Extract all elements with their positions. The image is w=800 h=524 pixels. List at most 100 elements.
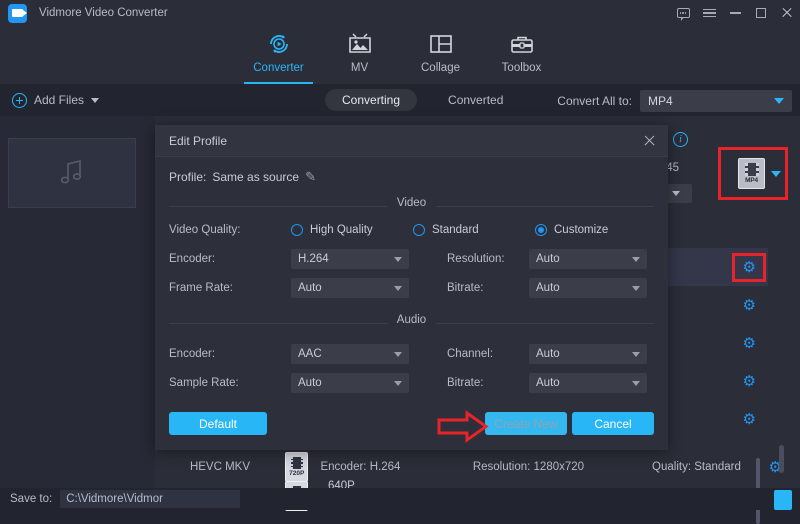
music-note-icon — [55, 156, 89, 190]
video-section-divider: Video — [169, 197, 654, 215]
title-bar: Vidmore Video Converter — [0, 0, 800, 26]
gear-icon[interactable]: ⚙ — [743, 412, 756, 427]
info-icon[interactable]: i — [673, 132, 688, 147]
tab-mv[interactable]: MV — [319, 26, 400, 84]
audio-section-divider: Audio — [169, 314, 654, 332]
audio-fields: Encoder: AAC Channel: Auto Sample Rate: … — [155, 332, 668, 395]
tab-collage[interactable]: Collage — [400, 26, 481, 84]
collage-icon — [428, 31, 454, 57]
tab-converted[interactable]: Converted — [431, 89, 520, 111]
chevron-down-icon — [632, 352, 640, 357]
radio-high-quality[interactable]: High Quality — [291, 224, 413, 236]
video-encoder-value: H.264 — [298, 253, 329, 265]
audio-channel-value: Auto — [536, 348, 560, 360]
file-thumbnail[interactable] — [8, 138, 136, 208]
sample-rate-value: Auto — [298, 377, 322, 389]
audio-channel-label: Channel: — [447, 348, 529, 360]
dialog-header: Edit Profile — [155, 125, 668, 157]
chevron-down-icon — [632, 381, 640, 386]
edit-profile-dialog: Edit Profile Profile: Same as source ✎ V… — [155, 125, 668, 450]
gear-icon[interactable]: ⚙ — [743, 374, 756, 389]
converting-converted-tabs: Converting Converted — [325, 89, 520, 111]
frame-rate-value: Auto — [298, 282, 322, 294]
radio-customize-label: Customize — [554, 224, 608, 236]
audio-encoder-select[interactable]: AAC — [291, 344, 409, 364]
chevron-down-icon — [394, 381, 402, 386]
sample-rate-select[interactable]: Auto — [291, 373, 409, 393]
audio-bitrate-select[interactable]: Auto — [529, 373, 647, 393]
close-icon[interactable] — [643, 134, 656, 147]
video-section-label: Video — [387, 197, 436, 209]
chevron-down-icon — [672, 191, 680, 196]
profile-value: Same as source — [212, 170, 299, 184]
gear-icon[interactable]: ⚙ — [743, 298, 756, 313]
chevron-down-icon — [774, 98, 784, 104]
video-resolution-value: Auto — [536, 253, 560, 265]
tab-collage-label: Collage — [421, 62, 460, 74]
radio-icon — [413, 224, 425, 236]
chevron-down-icon — [394, 286, 402, 291]
format-resolution: Resolution: 1280x720 — [473, 461, 652, 473]
close-icon[interactable] — [774, 0, 800, 26]
app-logo-icon — [8, 4, 27, 23]
chevron-down-icon — [394, 257, 402, 262]
chevron-down-icon[interactable] — [91, 98, 99, 103]
radio-standard[interactable]: Standard — [413, 224, 535, 236]
video-bitrate-value: Auto — [536, 282, 560, 294]
convert-all-label: Convert All to: — [557, 94, 632, 108]
video-quality-row: Video Quality: High Quality Standard Cus… — [155, 215, 668, 241]
audio-channel-select[interactable]: Auto — [529, 344, 647, 364]
convert-all-value: MP4 — [648, 94, 673, 108]
plus-icon — [12, 93, 27, 108]
radio-icon — [291, 224, 303, 236]
add-files-button[interactable]: Add Files — [12, 93, 99, 108]
gear-icon[interactable]: ⚙ — [743, 260, 756, 275]
output-format-picker[interactable]: MP4 — [738, 158, 781, 189]
window-controls — [670, 0, 800, 26]
radio-customize[interactable]: Customize — [535, 224, 608, 236]
default-button[interactable]: Default — [169, 412, 267, 435]
tab-converter[interactable]: Converter — [238, 26, 319, 84]
dialog-title: Edit Profile — [169, 134, 227, 148]
video-encoder-select[interactable]: H.264 — [291, 249, 409, 269]
list-scrollbar[interactable] — [779, 445, 784, 473]
edit-pencil-icon[interactable]: ✎ — [305, 169, 316, 185]
radio-standard-label: Standard — [432, 224, 479, 236]
mp4-badge-label: MP4 — [745, 177, 758, 184]
create-new-button[interactable]: Create New — [485, 412, 567, 435]
application-window: Vidmore Video Converter — [0, 0, 800, 510]
format-quality: Quality: Standard — [652, 461, 769, 473]
maximize-icon[interactable] — [748, 0, 774, 26]
chevron-down-icon[interactable] — [771, 171, 781, 177]
profile-label: Profile: — [169, 170, 206, 184]
video-bitrate-label: Bitrate: — [447, 282, 529, 294]
field-row: Frame Rate: Auto Bitrate: Auto — [169, 276, 654, 300]
gear-icon[interactable]: ⚙ — [743, 336, 756, 351]
menu-icon[interactable] — [696, 0, 722, 26]
convert-all-button[interactable] — [774, 490, 792, 510]
video-resolution-select[interactable]: Auto — [529, 249, 647, 269]
feedback-icon[interactable] — [670, 0, 696, 26]
field-row: Sample Rate: Auto Bitrate: Auto — [169, 371, 654, 395]
video-encoder-label: Encoder: — [169, 253, 291, 265]
tab-mv-label: MV — [351, 62, 368, 74]
video-bitrate-select[interactable]: Auto — [529, 278, 647, 298]
audio-bitrate-label: Bitrate: — [447, 377, 529, 389]
toolbox-icon — [509, 31, 535, 57]
bottom-bar: Save to: C:\Vidmore\Vidmor — [0, 488, 800, 510]
chevron-down-icon — [632, 257, 640, 262]
cancel-button[interactable]: Cancel — [572, 412, 654, 435]
video-quality-label: Video Quality: — [169, 224, 291, 236]
tab-toolbox[interactable]: Toolbox — [481, 26, 562, 84]
sample-rate-label: Sample Rate: — [169, 377, 291, 389]
tab-converting[interactable]: Converting — [325, 89, 417, 111]
save-to-input[interactable]: C:\Vidmore\Vidmor — [60, 490, 240, 508]
frame-rate-select[interactable]: Auto — [291, 278, 409, 298]
audio-encoder-value: AAC — [298, 348, 322, 360]
convert-all-select[interactable]: MP4 — [640, 90, 792, 112]
video-resolution-label: Resolution: — [447, 253, 529, 265]
dialog-footer: Default Create New Cancel — [155, 398, 668, 450]
tab-toolbox-label: Toolbox — [502, 62, 542, 74]
minimize-icon[interactable] — [722, 0, 748, 26]
left-panel-area — [0, 287, 155, 452]
